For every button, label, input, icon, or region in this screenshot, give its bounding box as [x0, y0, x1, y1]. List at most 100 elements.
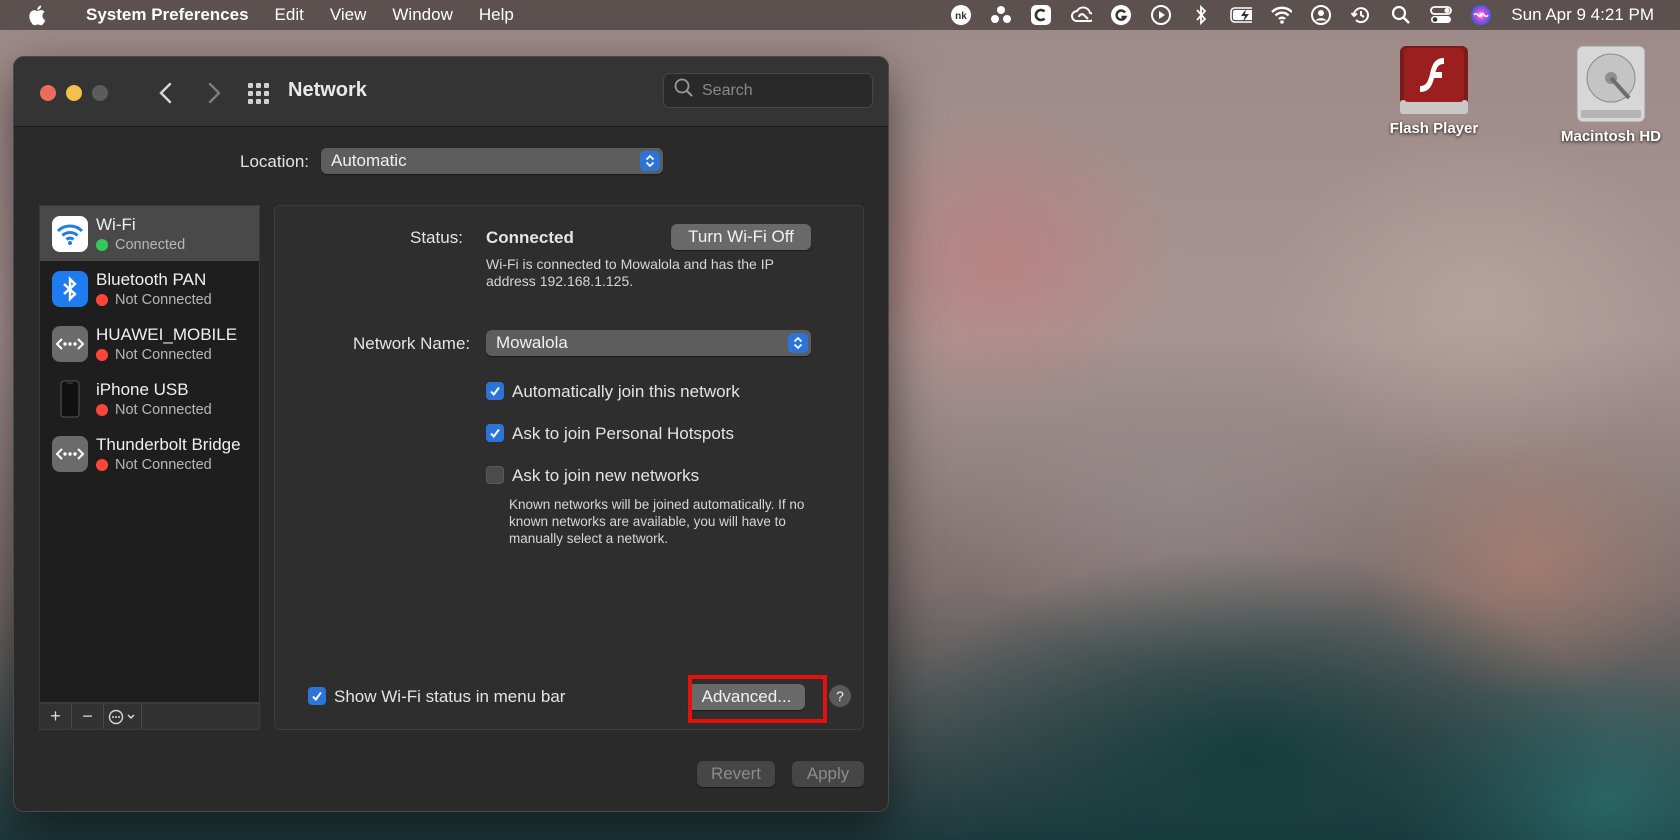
help-button[interactable]: ? [829, 685, 851, 707]
desktop-item-flash-player[interactable]: Flash Player [1376, 44, 1492, 137]
menu-window[interactable]: Window [392, 5, 452, 25]
menu-view[interactable]: View [330, 5, 367, 25]
remove-service-button[interactable]: − [72, 704, 104, 729]
auto-join-checkbox[interactable] [486, 382, 504, 400]
desktop-label: Flash Player [1389, 120, 1479, 137]
service-list: Wi-Fi Connected Bluetooth PAN Not Connec… [39, 205, 260, 703]
status-value: Connected [486, 228, 574, 247]
bluetooth-icon [52, 271, 88, 307]
service-status-text: Not Connected [115, 292, 212, 308]
svg-text:nk: nk [955, 11, 967, 22]
annotation-highlight-box [688, 675, 827, 723]
grammarly-icon[interactable] [1110, 4, 1132, 26]
turn-wifi-off-button[interactable]: Turn Wi-Fi Off [671, 224, 811, 250]
service-item-thunderbolt-bridge[interactable]: Thunderbolt Bridge Not Connected [40, 426, 259, 481]
forward-chevron-icon[interactable] [202, 79, 226, 107]
service-item-iphone-usb[interactable]: iPhone USB Not Connected [40, 371, 259, 426]
location-row: Location: Automatic [14, 148, 888, 176]
personal-hotspots-label: Ask to join Personal Hotspots [512, 424, 735, 443]
service-name: Wi-Fi [96, 215, 136, 234]
revert-button[interactable]: Revert [697, 761, 775, 787]
service-status: Connected [96, 237, 185, 253]
flash-player-icon [1398, 44, 1470, 120]
search-icon [674, 78, 694, 103]
battery-icon[interactable] [1230, 4, 1253, 26]
nk-icon[interactable]: nk [950, 4, 972, 26]
network-name-label: Network Name: [353, 334, 471, 353]
auto-join-label: Automatically join this network [512, 382, 740, 401]
zoom-button[interactable] [92, 85, 108, 101]
status-dot [96, 239, 108, 251]
updown-chevron-icon [640, 151, 660, 171]
menu-help[interactable]: Help [479, 5, 514, 25]
service-status-text: Not Connected [115, 347, 212, 363]
join-note: Known networks will be joined automatica… [509, 497, 805, 546]
minimize-button[interactable] [66, 85, 82, 101]
join-new-networks-label: Ask to join new networks [512, 466, 700, 485]
search-icon[interactable] [1390, 4, 1412, 26]
show-wifi-status-label: Show Wi-Fi status in menu bar [334, 687, 566, 706]
wifi-icon [52, 216, 88, 252]
search-field[interactable] [663, 73, 873, 108]
window-title: Network [288, 79, 367, 101]
apply-button[interactable]: Apply [792, 761, 864, 787]
service-status-text: Not Connected [115, 402, 212, 418]
menu-bar: System Preferences Edit View Window Help… [0, 0, 1680, 30]
service-name: Thunderbolt Bridge [96, 435, 241, 454]
add-service-button[interactable]: + [40, 704, 72, 729]
service-status: Not Connected [96, 347, 212, 363]
service-name: Bluetooth PAN [96, 270, 207, 289]
service-status: Not Connected [96, 292, 212, 308]
show-all-grid-icon[interactable] [246, 81, 272, 105]
service-status: Not Connected [96, 402, 212, 418]
control-center-icon[interactable] [1430, 4, 1453, 26]
title-bar: Network [14, 57, 888, 127]
creative-cloud-icon[interactable] [1070, 4, 1093, 26]
service-item-wifi[interactable]: Wi-Fi Connected [40, 206, 259, 261]
c-icon[interactable] [1030, 4, 1052, 26]
apple-menu-icon[interactable] [28, 4, 50, 26]
location-select[interactable]: Automatic [321, 148, 663, 174]
menu-edit[interactable]: Edit [275, 5, 304, 25]
status-dot [96, 349, 108, 361]
updown-chevron-icon [788, 333, 808, 353]
ethernet-dots-icon [52, 326, 88, 362]
service-list-toolbar: + − [39, 703, 260, 730]
back-chevron-icon[interactable] [154, 79, 178, 107]
location-value: Automatic [331, 151, 407, 170]
service-status: Not Connected [96, 457, 212, 473]
desktop-label: Macintosh HD [1560, 128, 1661, 145]
play-icon[interactable] [1150, 4, 1172, 26]
bluetooth-icon[interactable] [1190, 4, 1212, 26]
status-dot [96, 294, 108, 306]
service-item-huawei-mobile[interactable]: HUAWEI_MOBILE Not Connected [40, 316, 259, 371]
desktop-item-macintosh-hd[interactable]: Macintosh HD [1546, 44, 1676, 145]
ethernet-dots-icon [52, 436, 88, 472]
wifi-detail-panel: Status: Connected Turn Wi-Fi Off Wi-Fi i… [274, 205, 864, 730]
service-item-bluetooth-pan[interactable]: Bluetooth PAN Not Connected [40, 261, 259, 316]
siri-icon[interactable] [1470, 4, 1492, 26]
personal-hotspots-checkbox[interactable] [486, 424, 504, 442]
user-icon[interactable] [1310, 4, 1332, 26]
status-dot [96, 459, 108, 471]
iphone-icon [52, 380, 88, 418]
status-dot [96, 404, 108, 416]
location-label: Location: [240, 152, 309, 171]
action-menu-button[interactable] [104, 704, 142, 729]
network-name-value: Mowalola [496, 333, 568, 352]
menu-clock[interactable]: Sun Apr 9 4:21 PM [1511, 5, 1654, 25]
status-label: Status: [410, 228, 463, 247]
time-machine-icon[interactable] [1350, 4, 1372, 26]
show-wifi-status-checkbox[interactable] [308, 687, 326, 705]
network-name-select[interactable]: Mowalola [486, 330, 811, 356]
menu-app-name[interactable]: System Preferences [86, 5, 249, 25]
ellipsis-circle-icon [108, 709, 135, 724]
status-note: Wi-Fi is connected to Mowalola and has t… [486, 256, 774, 289]
wifi-icon[interactable] [1270, 4, 1293, 26]
service-name: HUAWEI_MOBILE [96, 325, 238, 344]
service-status-text: Not Connected [115, 457, 212, 473]
join-new-networks-checkbox[interactable] [486, 466, 504, 484]
cluster-icon[interactable] [990, 4, 1012, 26]
search-input[interactable] [702, 81, 862, 100]
close-button[interactable] [40, 85, 56, 101]
